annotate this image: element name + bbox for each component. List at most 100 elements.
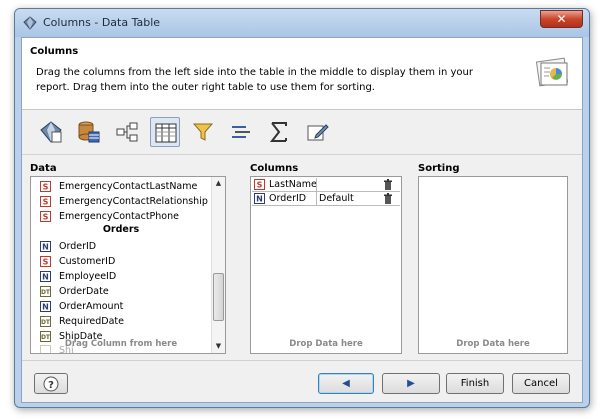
svg-text:S: S (43, 258, 49, 267)
trash-icon[interactable] (382, 179, 394, 190)
list-item[interactable]: S EmergencyContactLastName (31, 179, 211, 194)
list-item[interactable]: S CustomerID (31, 254, 211, 269)
tool-table-columns[interactable] (150, 117, 180, 147)
wizard-toolbar (22, 111, 582, 155)
svg-text:DT: DT (41, 289, 51, 296)
finish-button[interactable]: Finish (446, 373, 504, 394)
drag-hint: Drag Column from here (64, 339, 178, 349)
hierarchy-icon (116, 122, 138, 142)
string-type-icon: S (40, 211, 51, 222)
string-type-icon: S (40, 196, 51, 207)
cancel-button[interactable]: Cancel (512, 373, 570, 394)
next-button[interactable]: ▶ (382, 373, 440, 394)
back-button[interactable]: ◀ (318, 373, 374, 394)
svg-text:N: N (42, 243, 49, 252)
date-type-icon: DT (40, 316, 51, 327)
list-item[interactable]: N OrderAmount (31, 299, 211, 314)
field-name: EmergencyContactRelationship (59, 196, 208, 207)
table-columns-icon (155, 123, 177, 143)
svg-text:S: S (257, 181, 263, 190)
svg-text:S: S (43, 183, 49, 192)
help-icon: ? (43, 376, 59, 392)
list-item[interactable]: DT RequiredDate (31, 314, 211, 329)
sorting-panel-label: Sorting (418, 163, 460, 174)
field-name: OrderDate (59, 286, 109, 297)
trash-icon[interactable] (382, 193, 394, 204)
string-type-icon: S (40, 256, 51, 267)
columns-panel-label: Columns (250, 163, 299, 174)
field-name: OrderAmount (59, 301, 124, 312)
arrow-left-icon: ◀ (342, 378, 350, 389)
columns-panel[interactable]: S LastName N OrderID Default Drop Data h… (250, 176, 402, 354)
tool-hierarchy[interactable] (112, 117, 142, 147)
tool-report-wizard[interactable] (36, 117, 66, 147)
dialog-client: Columns Drag the columns from the left s… (21, 37, 583, 403)
page-title: Columns (30, 46, 79, 57)
list-item[interactable]: N OrderID (31, 239, 211, 254)
tool-sum[interactable] (264, 117, 294, 147)
field-name: EmergencyContactPhone (59, 211, 179, 222)
close-button[interactable]: ✕ (540, 10, 583, 28)
date-type-icon: DT (40, 286, 51, 297)
tool-group-lines[interactable] (226, 117, 256, 147)
data-panel[interactable]: S EmergencyContactLastName S EmergencyCo… (30, 176, 226, 354)
database-icon (78, 121, 100, 143)
data-scrollbar[interactable]: ▲ ▼ (211, 177, 225, 353)
number-type-icon: N (254, 193, 265, 204)
app-diamond-icon (23, 16, 37, 30)
group-header-orders: Orders (102, 224, 140, 235)
field-name: RequiredDate (59, 316, 124, 327)
title-bar[interactable]: Columns - Data Table ✕ (15, 9, 589, 37)
list-item[interactable]: S EmergencyContactRelationship (31, 194, 211, 209)
column-default-input[interactable]: Default (316, 192, 380, 205)
field-name: EmployeeID (59, 271, 117, 282)
edit-icon (307, 124, 329, 141)
number-type-icon: N (40, 271, 51, 282)
filter-icon (192, 123, 214, 141)
list-item[interactable]: N EmployeeID (31, 269, 211, 284)
scroll-down-icon[interactable]: ▼ (212, 340, 225, 353)
scroll-thumb[interactable] (213, 273, 224, 321)
number-type-icon: N (40, 241, 51, 252)
field-name: OrderID (59, 241, 97, 252)
svg-text:DT: DT (41, 319, 51, 326)
data-panel-label: Data (30, 163, 57, 174)
svg-text:S: S (43, 213, 49, 222)
string-type-icon: S (40, 181, 51, 192)
number-type-icon: N (40, 301, 51, 312)
arrow-right-icon: ▶ (407, 378, 415, 389)
svg-text:S: S (43, 198, 49, 207)
column-name: OrderID (269, 193, 307, 204)
sorting-drop-hint: Drop Data here (456, 339, 530, 349)
tool-edit[interactable] (302, 117, 332, 147)
column-name: LastName (269, 179, 317, 190)
footer-divider (22, 360, 582, 361)
dialog-window: Columns - Data Table ✕ Columns Drag the … (14, 8, 590, 408)
header-area: Columns Drag the columns from the left s… (22, 38, 582, 110)
columns-drop-hint: Drop Data here (289, 339, 363, 349)
table-row[interactable]: N OrderID Default (252, 192, 400, 206)
tool-filter[interactable] (188, 117, 218, 147)
sorting-panel[interactable]: Drop Data here (418, 176, 568, 354)
list-item[interactable]: DT OrderDate (31, 284, 211, 299)
sum-icon (269, 122, 287, 142)
scroll-up-icon[interactable]: ▲ (212, 177, 225, 190)
help-button[interactable]: ? (34, 373, 68, 394)
data-field-list[interactable]: S EmergencyContactLastName S EmergencyCo… (31, 177, 211, 353)
field-name: CustomerID (59, 256, 116, 267)
report-chart-icon (535, 57, 569, 87)
string-type-icon: S (254, 179, 265, 190)
svg-text:N: N (42, 273, 49, 282)
report-wizard-icon (40, 121, 62, 143)
column-default-input[interactable] (316, 178, 380, 191)
group-lines-icon (232, 126, 250, 138)
svg-text:N: N (42, 303, 49, 312)
list-item[interactable]: S EmergencyContactPhone (31, 209, 211, 224)
page-description: Drag the columns from the left side into… (36, 67, 473, 93)
field-name: EmergencyContactLastName (59, 181, 198, 192)
tool-database[interactable] (74, 117, 104, 147)
table-row[interactable]: S LastName (252, 178, 400, 192)
window-title: Columns - Data Table (43, 16, 161, 29)
svg-text:N: N (256, 195, 263, 204)
svg-text:?: ? (48, 380, 54, 391)
